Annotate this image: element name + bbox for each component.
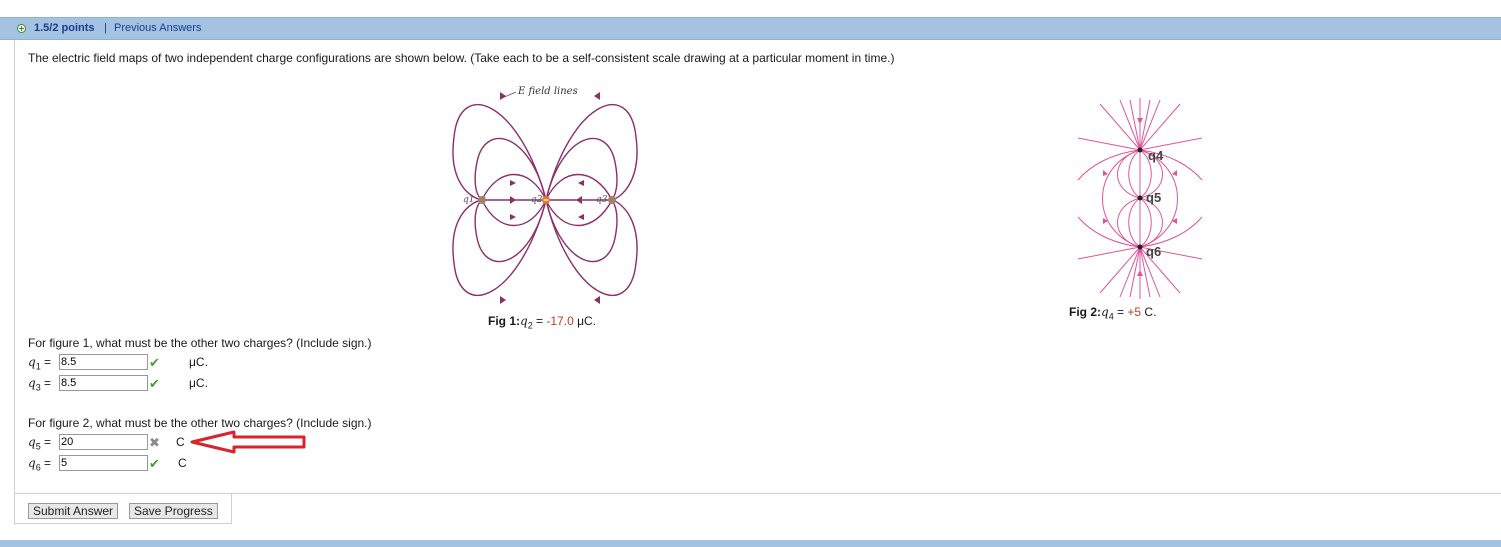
q1-unit: μC. (189, 355, 208, 369)
fig2-q5-label: q5 (1146, 190, 1161, 205)
fig2-q4-label: q4 (1148, 148, 1164, 163)
q6-unit: C (178, 456, 187, 470)
correct-check-icon: ✔ (149, 456, 160, 471)
footer-divider (14, 493, 1501, 494)
header-separator: | (104, 22, 107, 34)
correct-check-icon: ✔ (149, 376, 160, 391)
figure-1-field-map: q1 q2 q3 E field lines (452, 86, 638, 304)
fig1-q2-label: q2 (531, 195, 543, 205)
part-1-prompt: For figure 1, what must be the other two… (28, 336, 372, 350)
q5-input[interactable] (59, 434, 148, 450)
q3-unit: μC. (189, 376, 208, 390)
question-header-bar: 1.5/2 points | Previous Answers (0, 17, 1501, 40)
figure-2-field-map: q4 q5 q6 (1077, 98, 1203, 299)
fig1-q3-label: q3 (596, 195, 608, 205)
figure-2-caption: Fig 2:q4 = +5 C. (1069, 305, 1157, 322)
q6-input[interactable] (59, 455, 148, 471)
figure-1-caption: Fig 1:q2 = -17.0 μC. (488, 314, 596, 331)
expand-plus-icon[interactable] (17, 24, 26, 33)
next-question-header-bar (0, 540, 1501, 547)
left-border (14, 40, 15, 525)
previous-answers-link[interactable]: Previous Answers (114, 22, 201, 34)
red-annotation-arrow-icon (190, 430, 306, 454)
q1-input[interactable] (59, 354, 148, 370)
submit-answer-button[interactable]: Submit Answer (28, 503, 119, 519)
save-progress-button[interactable]: Save Progress (129, 503, 218, 519)
fig1-field-lines-label: E field lines (517, 86, 578, 97)
question-intro: The electric field maps of two independe… (28, 51, 895, 65)
points-label: 1.5/2 points (34, 22, 95, 34)
fig1-q1-label: q1 (463, 195, 475, 205)
incorrect-x-icon: ✖ (149, 435, 160, 450)
q3-input[interactable] (59, 375, 148, 391)
q5-unit: C (176, 435, 185, 449)
fig2-q6-label: q6 (1146, 244, 1161, 259)
correct-check-icon: ✔ (149, 355, 160, 370)
